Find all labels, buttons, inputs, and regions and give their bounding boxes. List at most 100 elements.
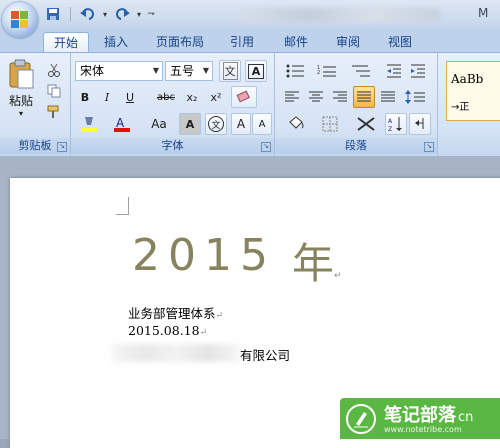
chevron-down-icon: ▼ — [202, 66, 209, 75]
title-suffix: M — [478, 6, 489, 20]
year-char-text: 年 — [292, 239, 335, 288]
char-border-icon: A — [247, 63, 265, 79]
tab-home[interactable]: 开始 — [43, 32, 89, 53]
undo-dropdown-icon[interactable]: ▾ — [101, 5, 109, 23]
office-button[interactable] — [2, 2, 38, 38]
paragraph-launcher-icon[interactable]: ↘ — [424, 142, 434, 152]
svg-text:A: A — [116, 116, 125, 130]
multilevel-list-button[interactable] — [345, 61, 377, 81]
watermark-badge: 笔记部落 cn www.notetribe.com — [340, 398, 500, 439]
year-character: 年↵ — [292, 230, 342, 291]
subscript-button[interactable]: x₂ — [181, 87, 203, 107]
copy-button[interactable] — [44, 82, 64, 100]
font-size-select[interactable]: 五号 ▼ — [165, 61, 213, 81]
scissors-icon — [48, 63, 60, 77]
tab-references[interactable]: 引用 — [222, 32, 262, 52]
line-spacing-button[interactable] — [401, 87, 431, 107]
italic-button[interactable]: I — [97, 87, 117, 107]
format-painter-icon — [47, 105, 59, 118]
decrease-indent-icon — [387, 64, 401, 78]
enclose-char-icon: 文 — [208, 116, 224, 132]
redo-dropdown-icon[interactable]: ▾ — [135, 5, 143, 23]
enclose-char-button[interactable]: 文 — [205, 113, 227, 135]
justify-icon — [357, 91, 371, 102]
qat-separator — [70, 7, 71, 21]
pen-icon — [346, 404, 376, 434]
watermark-name-text: 笔记部落 — [384, 405, 456, 426]
doc-line-department: 业务部管理体系↵ — [128, 303, 223, 322]
align-right-button[interactable] — [329, 87, 351, 107]
decrease-indent-button[interactable] — [383, 61, 405, 81]
cut-button[interactable] — [44, 61, 64, 79]
bullets-button[interactable] — [281, 61, 311, 81]
borders-button[interactable] — [315, 113, 345, 135]
phonetic-guide-button[interactable]: 文 — [219, 60, 241, 82]
paste-label: 粘贴 — [8, 94, 33, 108]
font-group-label: 字体 — [71, 138, 274, 154]
format-painter-button[interactable] — [44, 103, 64, 121]
undo-icon[interactable] — [77, 5, 99, 23]
change-case-button[interactable]: Aa — [143, 113, 175, 135]
shrink-font-button[interactable]: A — [252, 113, 272, 135]
chinese-layout-icon — [357, 117, 375, 131]
show-marks-button[interactable] — [409, 113, 431, 135]
distribute-button[interactable] — [377, 87, 399, 107]
paragraph-mark: ↵ — [334, 271, 342, 281]
borders-icon — [322, 116, 338, 132]
font-launcher-icon[interactable]: ↘ — [261, 142, 271, 152]
align-left-button[interactable] — [281, 87, 303, 107]
strikethrough-button[interactable]: abc — [151, 87, 181, 107]
chinese-layout-button[interactable] — [351, 113, 381, 135]
svg-text:2: 2 — [317, 70, 320, 76]
font-group-title: 字体 — [161, 139, 184, 152]
tab-view[interactable]: 视图 — [380, 32, 420, 52]
paste-button[interactable]: 粘贴 ▾ — [4, 57, 38, 119]
superscript-button[interactable]: x² — [205, 87, 227, 107]
clipboard-launcher-icon[interactable]: ↘ — [57, 142, 67, 152]
bold-button[interactable]: B — [75, 87, 95, 107]
ribbon-tabs: 开始 插入 页面布局 引用 邮件 审阅 视图 — [0, 28, 500, 53]
align-right-icon — [333, 91, 347, 102]
paragraph-group: 12 A Z 段落 ↘ — [275, 53, 438, 156]
font-name-value: 宋体 — [80, 64, 105, 78]
paragraph-group-label: 段落 — [275, 138, 437, 154]
style-preview: AaBb — [451, 72, 484, 86]
redo-icon[interactable] — [111, 5, 133, 23]
underline-button[interactable]: U — [119, 87, 141, 107]
blurred-document-title — [240, 8, 440, 22]
char-border-button[interactable]: A — [245, 60, 267, 82]
char-shading-button[interactable]: A — [179, 113, 201, 135]
tab-mailings[interactable]: 邮件 — [276, 32, 316, 52]
numbering-button[interactable]: 12 — [313, 61, 343, 81]
page-corner-mark — [116, 197, 129, 215]
justify-button[interactable] — [353, 86, 375, 108]
font-color-icon: A — [114, 116, 130, 132]
ribbon: 粘贴 ▾ 剪贴板 ↘ 宋体 ▼ 五号 ▼ 文 A B I U abc x₂ x²… — [0, 52, 500, 156]
chevron-down-icon: ▼ — [152, 66, 159, 75]
tab-review[interactable]: 审阅 — [328, 32, 368, 52]
line-spacing-icon — [405, 90, 425, 104]
increase-indent-button[interactable] — [407, 61, 429, 81]
tab-page-layout[interactable]: 页面布局 — [148, 32, 212, 52]
highlight-button[interactable] — [75, 113, 103, 135]
company-suffix-text: 有限公司 — [240, 348, 291, 363]
doc-line-date: 2015.08.18↵ — [128, 323, 207, 338]
style-name: →正 — [451, 102, 470, 113]
numbering-icon: 12 — [317, 65, 336, 77]
style-gallery-item[interactable]: AaBb →正 — [446, 61, 500, 121]
sort-button[interactable]: AZ — [385, 113, 407, 135]
clear-formatting-button[interactable] — [231, 86, 257, 108]
doc-line-company: 有限公司 — [240, 345, 290, 364]
align-center-button[interactable] — [305, 87, 327, 107]
svg-text:Z: Z — [388, 126, 392, 132]
distribute-icon — [381, 91, 395, 102]
customize-qat-icon[interactable]: ⇁ — [145, 5, 157, 23]
shading-button[interactable] — [281, 113, 311, 135]
paste-icon — [9, 59, 34, 89]
font-name-select[interactable]: 宋体 ▼ — [75, 61, 163, 81]
grow-font-button[interactable]: A — [231, 113, 251, 135]
font-color-button[interactable]: A — [107, 113, 137, 135]
tab-insert[interactable]: 插入 — [96, 32, 136, 52]
multilevel-list-icon — [352, 65, 370, 77]
save-icon[interactable] — [42, 5, 64, 23]
